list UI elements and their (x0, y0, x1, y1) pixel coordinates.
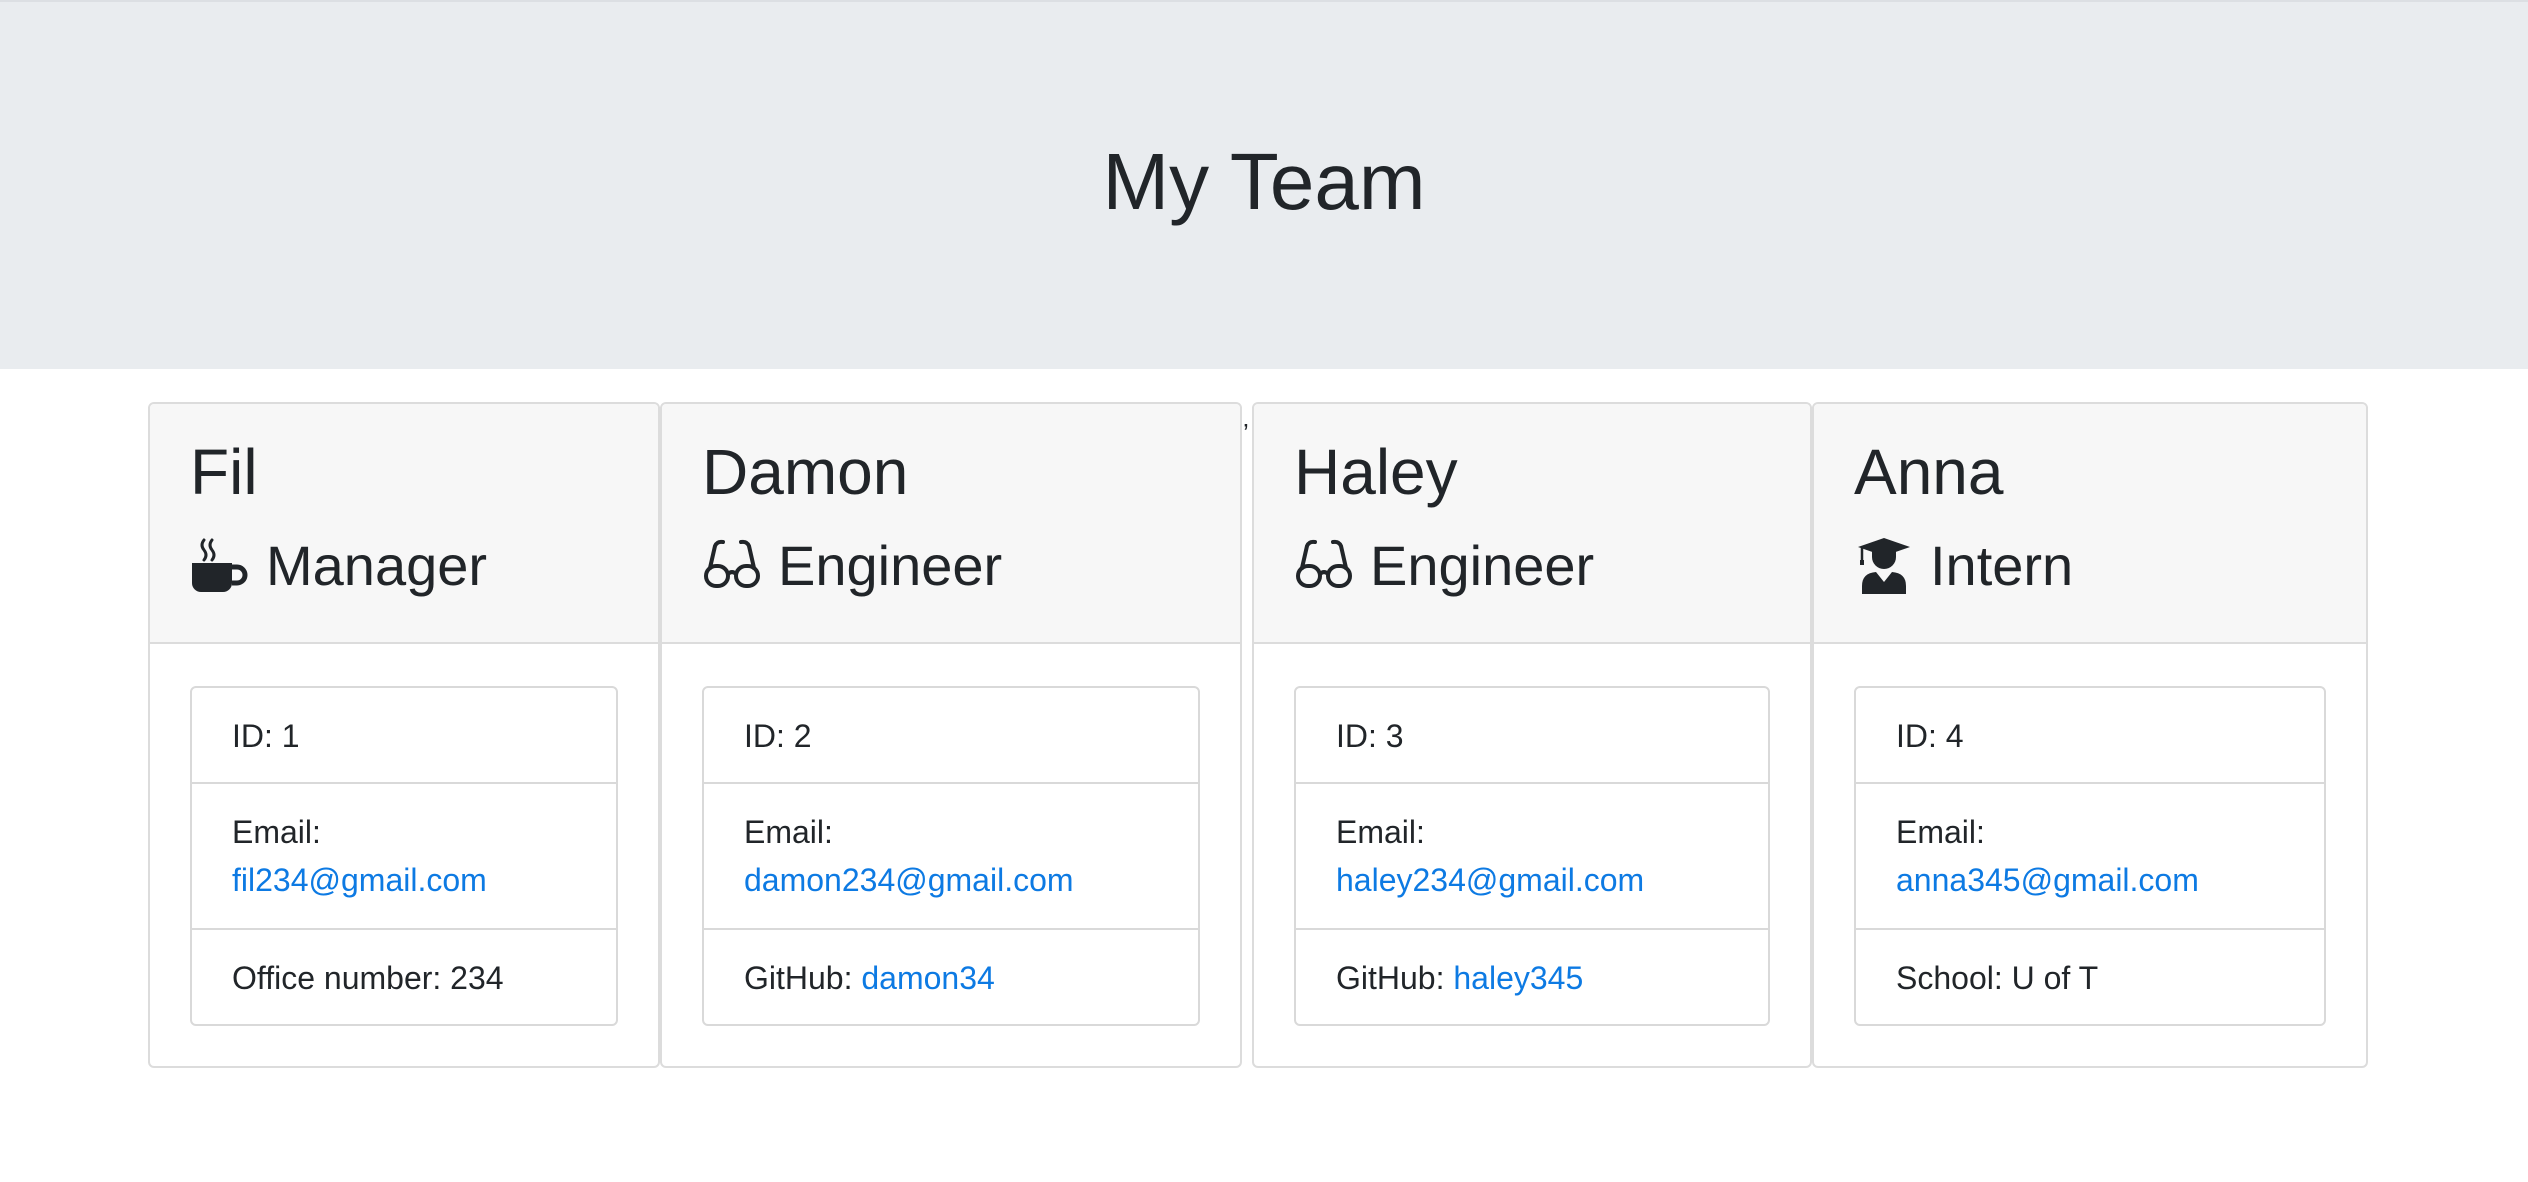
github-link[interactable]: haley345 (1453, 960, 1583, 996)
role-label: Manager (266, 534, 488, 597)
role-label: Engineer (778, 534, 1003, 597)
mug-hot-icon (190, 536, 250, 596)
details-list: ID: 3 Email: haley234@gmail.com GitHub: … (1294, 686, 1770, 1026)
employee-name: Damon (702, 436, 909, 508)
email-link[interactable]: fil234@gmail.com (232, 862, 487, 898)
employee-name: Haley (1294, 436, 1458, 508)
github-label: GitHub: (744, 960, 862, 996)
card-header: Fil Manager (150, 404, 658, 644)
github-item: GitHub: damon34 (704, 930, 1198, 1024)
school-item: School: U of T (1896, 960, 2099, 996)
employee-card-haley: Haley Engineer ID: 3 Email: haley234@gma… (1252, 402, 1812, 1068)
email-label: Email: (232, 814, 321, 850)
details-list: ID: 4 Email: anna345@gmail.com School: U… (1854, 686, 2326, 1026)
email-link[interactable]: anna345@gmail.com (1896, 862, 2199, 898)
page-title: My Team (1102, 137, 1426, 226)
employee-role: Manager (190, 524, 487, 608)
role-label: Intern (1930, 534, 2074, 597)
card-header: Anna Intern (1814, 404, 2366, 644)
employee-card-damon: Damon Engineer ID: 2 Email: damon234@gma… (660, 402, 1242, 1068)
email-link[interactable]: damon234@gmail.com (744, 862, 1074, 898)
employee-role: Intern (1854, 524, 2073, 608)
employee-role: Engineer (1294, 524, 1594, 608)
email-item: Email: anna345@gmail.com (1856, 784, 2324, 930)
github-link[interactable]: damon34 (861, 960, 994, 996)
glasses-icon (1294, 536, 1354, 596)
glasses-icon (702, 536, 762, 596)
stray-apostrophe: ’ (1243, 418, 1249, 448)
id-item: ID: 4 (1856, 688, 2324, 784)
id-item: ID: 1 (192, 688, 616, 784)
id-item: ID: 2 (704, 688, 1198, 784)
email-label: Email: (1336, 814, 1425, 850)
employee-name: Anna (1854, 436, 2004, 508)
header-jumbotron: My Team (0, 0, 2528, 369)
github-label: GitHub: (1336, 960, 1454, 996)
card-header: Haley Engineer (1254, 404, 1810, 644)
details-list: ID: 1 Email: fil234@gmail.com Office num… (190, 686, 618, 1026)
github-item: GitHub: haley345 (1296, 930, 1768, 1024)
employee-card-anna: Anna Intern ID: 4 Email: anna345@gmail.c… (1812, 402, 2368, 1068)
user-graduate-icon (1854, 536, 1914, 596)
employee-card-fil: Fil Manager ID: 1 Email: fil234@gmail.co… (148, 402, 660, 1068)
email-item: Email: damon234@gmail.com (704, 784, 1198, 930)
email-item: Email: fil234@gmail.com (192, 784, 616, 930)
email-item: Email: haley234@gmail.com (1296, 784, 1768, 930)
employee-role: Engineer (702, 524, 1002, 608)
email-label: Email: (1896, 814, 1985, 850)
details-list: ID: 2 Email: damon234@gmail.com GitHub: … (702, 686, 1200, 1026)
id-item: ID: 3 (1296, 688, 1768, 784)
office-number-item: Office number: 234 (232, 960, 504, 996)
card-header: Damon Engineer (662, 404, 1240, 644)
email-label: Email: (744, 814, 833, 850)
email-link[interactable]: haley234@gmail.com (1336, 862, 1644, 898)
employee-name: Fil (190, 436, 258, 508)
role-label: Engineer (1370, 534, 1595, 597)
